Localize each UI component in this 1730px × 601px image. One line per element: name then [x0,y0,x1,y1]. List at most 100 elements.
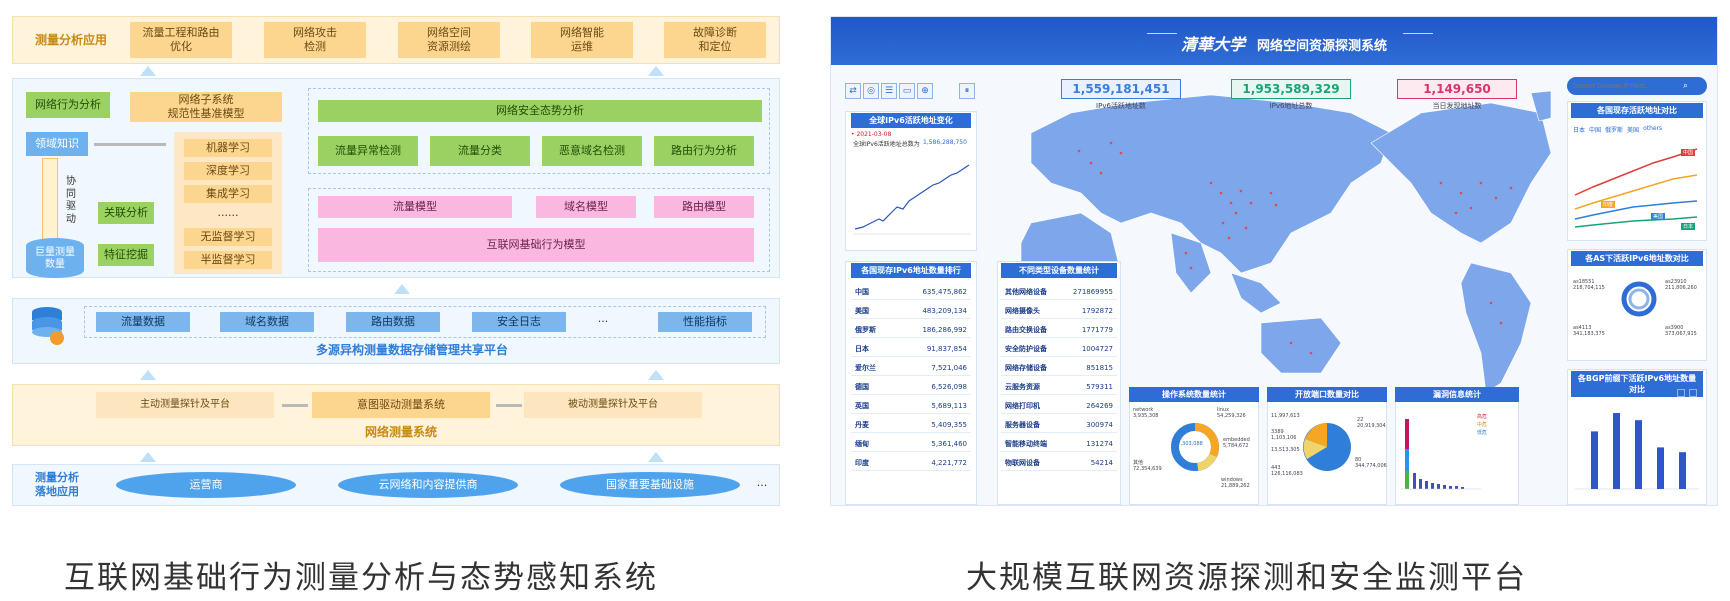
ml-method: ······ [217,209,239,223]
model-box: 路由模型 [654,196,754,218]
country-tab[interactable]: 美国 [1627,125,1639,134]
tool-icon[interactable]: ⇄ [845,83,861,99]
rank-list: 中国 635,475,862 美国 483,209,134 俄罗斯 186,286,9… [851,281,971,471]
bgp-bar [1635,420,1642,489]
os-title: 操作系统数量统计 [1129,387,1259,402]
tool-icon[interactable]: ▭ [899,83,915,99]
right-arrow [94,143,166,146]
stat-value: 1,149,650 [1397,79,1517,99]
rank-row: 俄罗斯 186,286,992 [851,319,971,338]
behavior-analysis-box: 网络行为分析 [26,92,110,118]
tool-icon[interactable]: ☰ [881,83,897,99]
security-item: 流量分类 [430,136,530,166]
header-line-left [1147,33,1177,34]
device-row: 其他网络设备 271869955 [1001,281,1117,300]
stat-value: 1,559,181,451 [1061,79,1181,99]
up-arrow [140,370,156,380]
device-row: 网络摄像头 1792872 [1001,300,1117,319]
device-row: 网络存储设备 851815 [1001,357,1117,376]
search-input[interactable] [1573,82,1683,90]
rank-row: 英国 5,689,113 [851,395,971,414]
rank-row: 中国 635,475,862 [851,281,971,300]
os-label: linux 54,259,326 [1217,407,1246,419]
bgp-nav-icon[interactable]: ‹ [1677,389,1685,397]
as-label: as23910 211,806,260 [1665,279,1697,291]
assoc-analysis-box: 关联分析 [98,202,154,224]
stat-label: IPv6活跃地址数 [1096,102,1146,110]
landing-item: 运营商 [116,472,296,498]
trend-value: 1,586,288,750 [923,139,967,146]
as-label: as3900 373,067,915 [1665,325,1697,337]
feature-mining-box: 特征挖掘 [98,244,154,266]
device-row: 路由交换设备 1771779 [1001,319,1117,338]
up-arrow [140,66,156,76]
search-box[interactable]: ⌕ [1567,77,1707,95]
data-item: ··· [597,315,609,329]
landing-item: ··· [756,479,768,493]
landing-item: 国家重要基础设施 [560,472,740,498]
tool-icon[interactable]: ◎ [863,83,879,99]
rank-row: 美国 483,209,134 [851,300,971,319]
country-tab[interactable]: 俄罗斯 [1605,125,1623,134]
stat-value: 1,953,589,329 [1231,79,1351,99]
left-arrow [282,404,308,407]
ml-method: 集成学习 [184,185,272,203]
rank-title: 各国现存IPv6地址数量排行 [851,263,971,278]
os-label: 其他 72,354,639 [1133,460,1162,472]
bgp-bar [1657,447,1664,489]
collab-drive-label: 协 同 驱 动 [66,176,76,225]
university-logo: 清華大学 [1181,35,1246,54]
tool-icon[interactable]: ⊕ [917,83,933,99]
model-box: 域名模型 [536,196,636,218]
device-row: 云服务资源 579311 [1001,376,1117,395]
platform-label: 多源异构测量数据存储管理共享平台 [315,342,508,357]
right-arrow [496,404,522,407]
search-icon[interactable]: ⌕ [1683,81,1688,91]
right-caption: 大规模互联网资源探测和安全监测平台 [966,560,1527,596]
bgp-bar [1591,431,1598,489]
port-pie [1303,423,1351,471]
device-list: 其他网络设备 271869955 网络摄像头 1792872 路由交换设备 17717… [1001,281,1117,471]
security-item: 流量异常检测 [318,136,418,166]
trend-tag: 中国 [1681,149,1696,156]
trend-tag: 印度 [1601,201,1616,208]
as-donut [1621,281,1657,317]
country-tab[interactable]: 中国 [1589,125,1601,134]
app-layer-label: 测量分析应用 [34,32,107,47]
vuln-bars [1401,419,1481,490]
dashboard-title: 网络空间资源探测系统 [1257,39,1388,54]
ml-method: 深度学习 [184,162,272,180]
port-label: 3389 1,103,106 [1271,429,1297,441]
app-box: 流量工程和路由 优化 [130,22,232,58]
stat-daily-new: 1,149,650 当日发现地址数 [1397,79,1517,111]
ml-method: 机器学习 [184,139,272,157]
rank-row: 德国 6,526,098 [851,376,971,395]
pause-button[interactable]: ⏸ [959,83,975,99]
stat-label: IPv6地址总数 [1269,102,1313,110]
port-label: 443 126,116,083 [1271,465,1303,477]
country-trend-title: 各国现存活跃地址对比 [1571,103,1703,118]
country-tab[interactable]: others [1643,125,1662,134]
os-donut [1171,423,1219,471]
domain-knowledge-box: 领域知识 [26,132,88,156]
data-item: 域名数据 [220,312,314,332]
data-item: 流量数据 [96,312,190,332]
bigdata-label: 巨量测量 数量 [35,246,75,271]
app-box: 网络空间 资源测绘 [398,22,500,58]
trend-tag: 日本 [1681,223,1696,230]
collab-drive-bar [42,158,58,244]
landing-item: 云网络和内容提供商 [338,472,518,498]
rank-row: 日本 91,837,854 [851,338,971,357]
ml-method: 无监督学习 [184,228,272,246]
country-tab[interactable]: 日本 [1573,125,1585,134]
trend-title: 全球IPv6活跃地址变化 [851,113,971,128]
dashboard: 清華大学 网络空间资源探测系统 ⇄ ◎ ☰ ▭ ⊕ ⏸ 全球IPv6活跃地址变化… [830,16,1718,506]
bgp-nav-icon[interactable]: › [1689,389,1697,397]
bgp-bar [1613,413,1620,489]
up-arrow [394,284,410,294]
as-label: as18551 218,704,115 [1573,279,1605,291]
header-line-right [1403,33,1433,34]
rank-row: 缅甸 5,361,460 [851,433,971,452]
port-label: 22 20,919,304 [1357,417,1386,429]
subsystem-model-box: 网络子系统 规范性基准模型 [130,92,282,122]
